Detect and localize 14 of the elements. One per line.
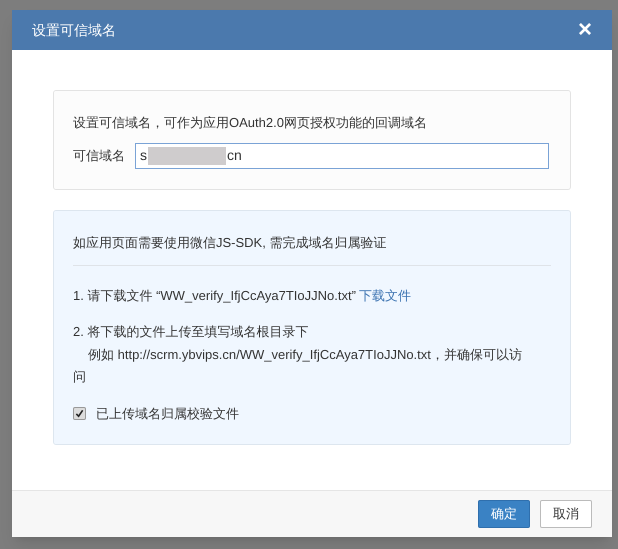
checkbox-label: 已上传域名归属校验文件 xyxy=(96,404,239,422)
dialog-title: 设置可信域名 xyxy=(32,20,116,40)
checkbox[interactable] xyxy=(73,407,86,420)
field-label: 可信域名 xyxy=(73,146,125,165)
step-text: 1. 请下载文件 “WW_verify_IfjCcAya7TIoJJNo.txt” xyxy=(73,286,356,305)
close-button[interactable]: × xyxy=(578,18,592,42)
description-text: 设置可信域名，可作为应用OAuth2.0网页授权功能的回调域名 xyxy=(73,114,428,132)
step-text: 2. 将下载的文件上传至填写域名根目录下 xyxy=(73,322,310,340)
confirm-button[interactable]: 确定 xyxy=(478,500,530,528)
verification-heading: 如应用页面需要使用微信JS-SDK, 需完成域名归属验证 xyxy=(73,234,388,252)
download-link[interactable]: 下载文件 xyxy=(358,286,411,306)
domain-input-field[interactable]: s cn xyxy=(135,142,549,168)
cancel-button[interactable]: 取消 xyxy=(540,500,592,528)
example-text: 例如 http://scrm.ybvips.cn/WW_verify_IfjCcAya7TIoJJNo.txt，并确保可以访问 xyxy=(73,346,523,386)
